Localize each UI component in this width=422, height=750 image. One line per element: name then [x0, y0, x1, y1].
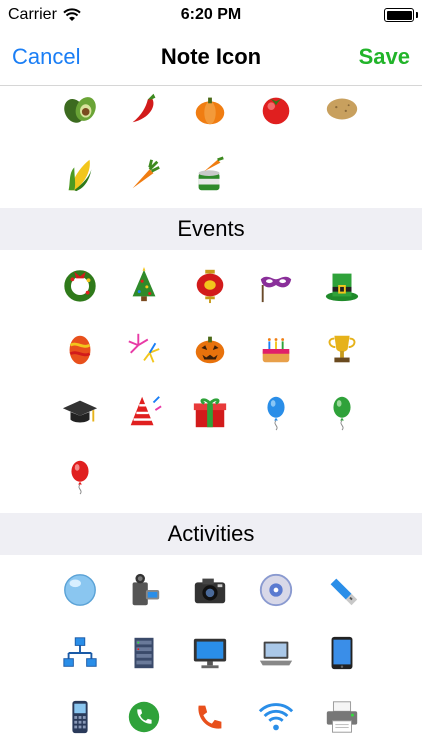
icon-row — [0, 153, 422, 213]
phone-green-icon[interactable] — [122, 695, 166, 739]
bubble-icon[interactable] — [58, 568, 102, 612]
icon-row — [0, 454, 422, 514]
section-header-events: Events — [0, 208, 422, 250]
cell-phone-icon[interactable] — [58, 695, 102, 739]
carnival-mask-icon[interactable] — [254, 263, 298, 307]
carrot-icon[interactable] — [122, 153, 166, 197]
server-rack-icon[interactable] — [122, 631, 166, 675]
section-header-activities: Activities — [0, 513, 422, 555]
christmas-wreath-icon[interactable] — [58, 263, 102, 307]
fireworks-icon[interactable] — [122, 327, 166, 371]
video-camera-icon[interactable] — [122, 568, 166, 612]
save-button[interactable]: Save — [359, 44, 410, 70]
graduation-cap-icon[interactable] — [58, 390, 102, 434]
icon-row — [0, 568, 422, 628]
cd-icon[interactable] — [254, 568, 298, 612]
photo-camera-icon[interactable] — [188, 568, 232, 612]
avocado-icon[interactable] — [58, 87, 102, 131]
wifi-signal-icon[interactable] — [254, 695, 298, 739]
chili-pepper-icon[interactable] — [122, 87, 166, 131]
monitor-icon[interactable] — [188, 631, 232, 675]
blue-balloon-icon[interactable] — [254, 390, 298, 434]
pumpkin-icon[interactable] — [188, 87, 232, 131]
tablet-icon[interactable] — [320, 631, 364, 675]
status-bar: Carrier 6:20 PM — [0, 0, 422, 32]
laptop-icon[interactable] — [254, 631, 298, 675]
icon-row — [0, 695, 422, 750]
icon-row — [0, 263, 422, 323]
leprechaun-hat-icon[interactable] — [320, 263, 364, 307]
network-icon[interactable] — [58, 631, 102, 675]
icon-row — [0, 87, 422, 147]
usb-drive-icon[interactable] — [320, 568, 364, 612]
battery-icon — [384, 8, 418, 22]
trophy-icon[interactable] — [320, 327, 364, 371]
navigation-bar: Cancel Note Icon Save — [0, 32, 422, 86]
chinese-lantern-icon[interactable] — [188, 263, 232, 307]
easter-egg-icon[interactable] — [58, 327, 102, 371]
printer-icon[interactable] — [320, 695, 364, 739]
canned-carrots-icon[interactable] — [188, 153, 232, 197]
party-hat-icon[interactable] — [122, 390, 166, 434]
phone-handset-icon[interactable] — [188, 695, 232, 739]
gift-box-icon[interactable] — [188, 390, 232, 434]
icon-row — [0, 327, 422, 387]
icon-list[interactable]: Events Activities — [0, 87, 422, 750]
potato-icon[interactable] — [320, 87, 364, 131]
jack-o-lantern-icon[interactable] — [188, 327, 232, 371]
corn-icon[interactable] — [58, 153, 102, 197]
icon-row — [0, 631, 422, 691]
tomato-icon[interactable] — [254, 87, 298, 131]
status-time: 6:20 PM — [180, 6, 242, 23]
christmas-tree-icon[interactable] — [122, 263, 166, 307]
green-balloon-icon[interactable] — [320, 390, 364, 434]
birthday-cake-icon[interactable] — [254, 327, 298, 371]
red-balloon-icon[interactable] — [58, 454, 102, 498]
icon-row — [0, 390, 422, 450]
